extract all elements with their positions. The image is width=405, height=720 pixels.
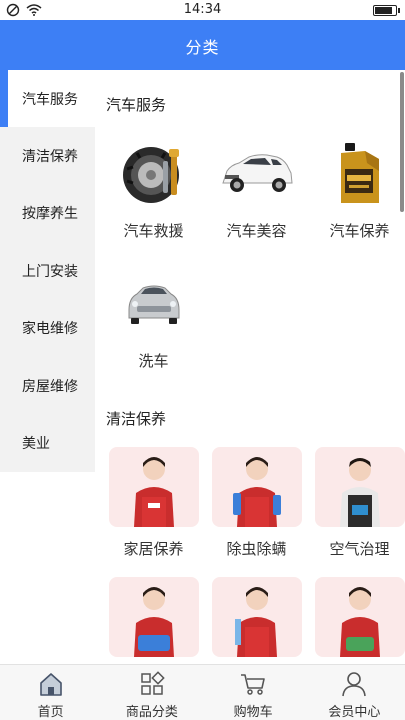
grid-item-label: 汽车美容 xyxy=(226,222,287,240)
grid-item-label: 除虫除螨 xyxy=(226,540,287,558)
grid-item-car-rescue[interactable]: 汽车救援 xyxy=(102,138,205,241)
cleaner-woman-icon xyxy=(308,576,405,658)
grid-item-car-wash[interactable]: 洗车 xyxy=(102,268,205,371)
white-suv-icon xyxy=(205,138,308,210)
sidebar-item-label: 清洁保养 xyxy=(22,149,78,166)
sidebar-item-label: 美业 xyxy=(22,436,50,453)
sidebar-item-appliance-repair[interactable]: 家电维修 xyxy=(0,300,95,357)
cart-icon xyxy=(241,674,265,695)
tab-label: 会员中心 xyxy=(328,705,381,720)
section-title-cleaning: 清洁保养 xyxy=(106,410,167,428)
app-header: 分类 xyxy=(0,20,405,70)
tab-member-center[interactable]: 会员中心 xyxy=(304,665,405,720)
tab-label: 商品分类 xyxy=(125,705,178,720)
grid-item-home-care[interactable]: 家居保养 xyxy=(102,446,205,559)
category-content[interactable]: 汽车服务 汽车救援 汽车美容 汽车保养 洗车 清洁保养 家居保养 除虫除螨 空气… xyxy=(95,70,405,664)
status-bar: 14:34 xyxy=(0,0,405,20)
grid-item-cleaning-6[interactable] xyxy=(308,576,405,664)
page-title: 分类 xyxy=(185,38,220,57)
grid-item-car-beauty[interactable]: 汽车美容 xyxy=(205,138,308,241)
cleaner-woman-icon xyxy=(102,446,205,528)
grid-item-cleaning-5[interactable] xyxy=(205,576,308,664)
category-grid-icon xyxy=(141,671,165,695)
grid-item-car-maintenance[interactable]: 汽车保养 xyxy=(308,138,405,241)
sidebar-item-label: 上门安装 xyxy=(22,263,78,280)
cleaner-woman-icon xyxy=(102,576,205,658)
cleaner-woman-spray-icon xyxy=(205,446,308,528)
sidebar-item-label: 家电维修 xyxy=(22,321,78,338)
sidebar-item-label: 房屋维修 xyxy=(22,378,78,395)
bottom-tab-bar: 首页 商品分类 购物车 会员中心 xyxy=(0,664,405,720)
sidebar-item-cleaning[interactable]: 清洁保养 xyxy=(0,127,95,184)
battery-icon xyxy=(373,5,400,16)
category-sidebar: 汽车服务 清洁保养 按摩养生 上门安装 家电维修 房屋维修 美业 xyxy=(0,70,95,472)
home-icon xyxy=(39,673,62,696)
tab-home[interactable]: 首页 xyxy=(0,665,101,720)
section-title-car-service: 汽车服务 xyxy=(106,96,167,114)
motor-oil-icon xyxy=(308,138,405,210)
cleaner-woman-icon xyxy=(205,576,308,658)
grid-item-label: 家居保养 xyxy=(123,540,184,558)
tab-label: 首页 xyxy=(37,705,64,720)
grid-item-label: 洗车 xyxy=(138,352,169,370)
sidebar-item-car-service[interactable]: 汽车服务 xyxy=(0,70,95,128)
sidebar-item-label: 按摩养生 xyxy=(22,206,78,223)
sidebar-item-beauty[interactable]: 美业 xyxy=(0,414,95,471)
sidebar-item-label: 汽车服务 xyxy=(22,91,78,108)
tire-wrench-icon xyxy=(102,138,205,210)
silver-sedan-icon xyxy=(102,268,205,340)
grid-item-cleaning-4[interactable] xyxy=(102,576,205,664)
tab-categories[interactable]: 商品分类 xyxy=(101,665,202,720)
grid-item-pest-control[interactable]: 除虫除螨 xyxy=(205,446,308,559)
status-time: 14:34 xyxy=(183,2,222,17)
tab-cart[interactable]: 购物车 xyxy=(203,665,304,720)
sidebar-item-installation[interactable]: 上门安装 xyxy=(0,242,95,299)
user-icon xyxy=(342,672,367,697)
tab-label: 购物车 xyxy=(233,705,273,720)
sidebar-item-massage[interactable]: 按摩养生 xyxy=(0,185,95,242)
grid-item-air-treatment[interactable]: 空气治理 xyxy=(308,446,405,559)
cleaner-man-icon xyxy=(308,446,405,528)
grid-item-label: 空气治理 xyxy=(329,540,390,558)
sidebar-item-house-repair[interactable]: 房屋维修 xyxy=(0,357,95,414)
grid-item-label: 汽车保养 xyxy=(329,222,390,240)
grid-item-label: 汽车救援 xyxy=(123,222,184,240)
